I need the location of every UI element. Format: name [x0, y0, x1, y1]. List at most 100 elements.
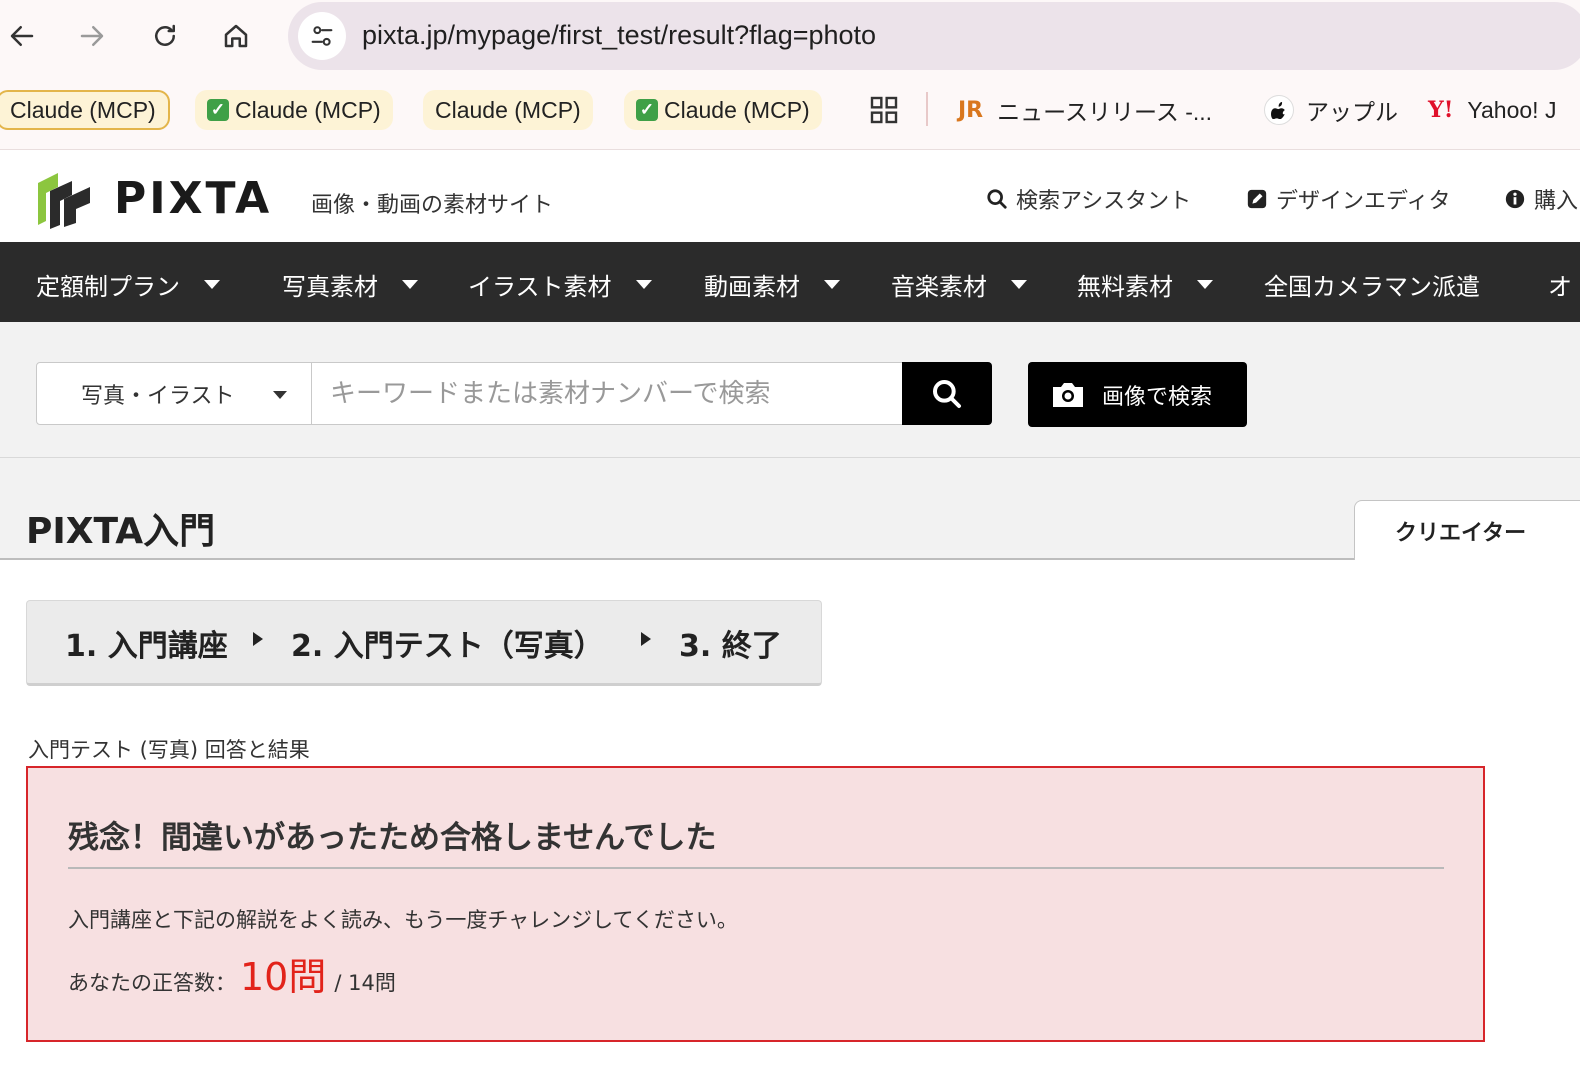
apple-logo-icon [1264, 95, 1294, 125]
caret-down-icon [402, 280, 418, 289]
score-line: あなたの正答数： 10問 / 14問 [68, 946, 396, 1001]
search-input[interactable] [312, 362, 904, 425]
edit-icon [1246, 188, 1268, 210]
site-settings-icon[interactable] [298, 12, 346, 60]
step-course: 1. 入門講座 [65, 629, 228, 664]
nav-item-videos[interactable]: 動画素材 [704, 267, 840, 302]
bookmark-apple[interactable]: アップル [1252, 90, 1410, 130]
site-tagline: 画像・動画の素材サイト [311, 193, 554, 218]
bookmark-label: ニュースリリース -... [997, 99, 1213, 125]
caret-down-icon [204, 280, 220, 289]
page-title: PIXTA入門 [26, 511, 216, 552]
apps-grid-icon [870, 96, 898, 124]
nav-item-label: 動画素材 [704, 273, 800, 301]
tune-icon [311, 26, 333, 46]
caret-down-icon [273, 391, 287, 399]
title-band [0, 458, 1580, 560]
score-label: あなたの正答数： [68, 971, 236, 995]
nav-item-free[interactable]: 無料素材 [1077, 267, 1213, 302]
search-icon [933, 379, 961, 408]
bookmarks-bar: Claude (MCP) ✓ Claude (MCP) Claude (MCP)… [0, 74, 1580, 150]
tab-creator[interactable]: クリエイター [1354, 500, 1580, 560]
home-button[interactable] [214, 14, 258, 58]
design-editor-link[interactable]: デザインエディタ [1246, 183, 1450, 215]
bookmark-yahoo[interactable]: Y! Yahoo! J [1416, 90, 1568, 130]
nav-item-photos[interactable]: 写真素材 [282, 267, 418, 302]
search-area: 写真・イラスト 画像で検索 [0, 322, 1580, 458]
search-category-select[interactable]: 写真・イラスト [36, 362, 312, 425]
progress-steps: 1. 入門講座 2. 入門テスト（写真） 3. 終了 [26, 600, 822, 686]
image-search-label: 画像で検索 [1102, 384, 1213, 410]
checkmark-icon: ✓ [207, 99, 229, 121]
checkmark-icon: ✓ [636, 99, 658, 121]
bookmarks-separator [926, 92, 928, 126]
bookmark-label: Claude (MCP) [235, 96, 381, 123]
bookmark-claude-4[interactable]: ✓ Claude (MCP) [624, 90, 822, 130]
nav-item-label: 定額制プラン [36, 273, 180, 301]
nav-item-label: イラスト素材 [468, 273, 612, 301]
purchase-link[interactable]: 購入 [1504, 183, 1578, 215]
search-assistant-link[interactable]: 検索アシスタント [986, 183, 1191, 215]
bookmark-label: Claude (MCP) [435, 96, 581, 123]
score-value: 10問 [240, 955, 327, 999]
apps-button[interactable] [856, 90, 912, 130]
title-divider [0, 558, 1354, 560]
browser-toolbar: pixta.jp/mypage/first_test/result?flag=p… [0, 0, 1580, 74]
search-icon [986, 188, 1008, 210]
image-search-button[interactable]: 画像で検索 [1028, 362, 1247, 427]
yahoo-logo-icon: Y! [1428, 97, 1454, 123]
pixta-logo-icon[interactable] [34, 169, 94, 233]
jr-logo-icon: JR [958, 97, 984, 123]
search-button[interactable] [902, 362, 992, 425]
bookmark-label: Yahoo! J [1467, 96, 1557, 123]
home-icon [224, 24, 248, 48]
back-button[interactable] [0, 14, 44, 58]
result-heading: 残念！間違いがあったため合格しませんでした [68, 820, 717, 856]
nav-item-music[interactable]: 音楽素材 [891, 267, 1027, 302]
bookmark-label: Claude (MCP) [10, 96, 156, 123]
step-finish: 3. 終了 [679, 629, 782, 664]
bookmark-label: アップル [1306, 99, 1398, 125]
nav-item-photographer-dispatch[interactable]: 全国カメラマン派遣 [1264, 267, 1480, 302]
result-caption: 入門テスト (写真) 回答と結果 [28, 738, 310, 762]
reload-button[interactable] [143, 14, 187, 58]
nav-item-subscription[interactable]: 定額制プラン [36, 267, 220, 302]
address-bar[interactable]: pixta.jp/mypage/first_test/result?flag=p… [288, 2, 1580, 70]
design-editor-label: デザインエディタ [1276, 189, 1451, 214]
bookmark-claude-2[interactable]: ✓ Claude (MCP) [195, 90, 393, 130]
bookmark-claude-3[interactable]: Claude (MCP) [423, 90, 593, 130]
nav-item-label: 全国カメラマン派遣 [1264, 273, 1480, 301]
nav-item-illustrations[interactable]: イラスト素材 [468, 267, 652, 302]
purchase-label: 購入 [1534, 189, 1579, 214]
site-logo-text[interactable]: PIXTA [114, 173, 272, 224]
bookmark-label: Claude (MCP) [664, 96, 810, 123]
result-message: 入門講座と下記の解説をよく読み、もう一度チャレンジしてください。 [68, 908, 738, 932]
step-test: 2. 入門テスト（写真） [291, 629, 604, 664]
reload-icon [155, 24, 175, 46]
arrow-left-icon [10, 26, 34, 46]
arrow-right-icon [80, 26, 104, 46]
caret-down-icon [1197, 280, 1213, 289]
search-assistant-label: 検索アシスタント [1016, 189, 1192, 214]
camera-icon [1050, 380, 1086, 410]
step-arrow-icon [253, 632, 263, 646]
nav-item-label: 音楽素材 [891, 273, 987, 301]
main-nav: 定額制プラン 写真素材 イラスト素材 動画素材 音楽素材 無料素材 全国カメラマ… [0, 242, 1580, 322]
url-text[interactable]: pixta.jp/mypage/first_test/result?flag=p… [362, 20, 876, 51]
nav-item-label: 無料素材 [1077, 273, 1173, 301]
step-arrow-icon [641, 632, 651, 646]
nav-item-label: オ [1548, 273, 1572, 301]
result-divider [68, 867, 1444, 869]
search-category-label: 写真・イラスト [81, 383, 235, 409]
nav-item-label: 写真素材 [282, 273, 378, 301]
info-icon [1504, 188, 1526, 210]
caret-down-icon [635, 280, 652, 289]
bookmark-jr[interactable]: JR ニュースリリース -... [946, 90, 1224, 130]
forward-button[interactable] [70, 14, 114, 58]
bookmark-claude-1[interactable]: Claude (MCP) [0, 90, 170, 130]
site-header: PIXTA 画像・動画の素材サイト 検索アシスタント デザインエディタ 購入 [0, 151, 1580, 242]
nav-item-more[interactable]: オ [1548, 267, 1572, 302]
result-box: 残念！間違いがあったため合格しませんでした 入門講座と下記の解説をよく読み、もう… [26, 766, 1485, 1042]
caret-down-icon [824, 280, 840, 289]
caret-down-icon [1011, 280, 1027, 289]
